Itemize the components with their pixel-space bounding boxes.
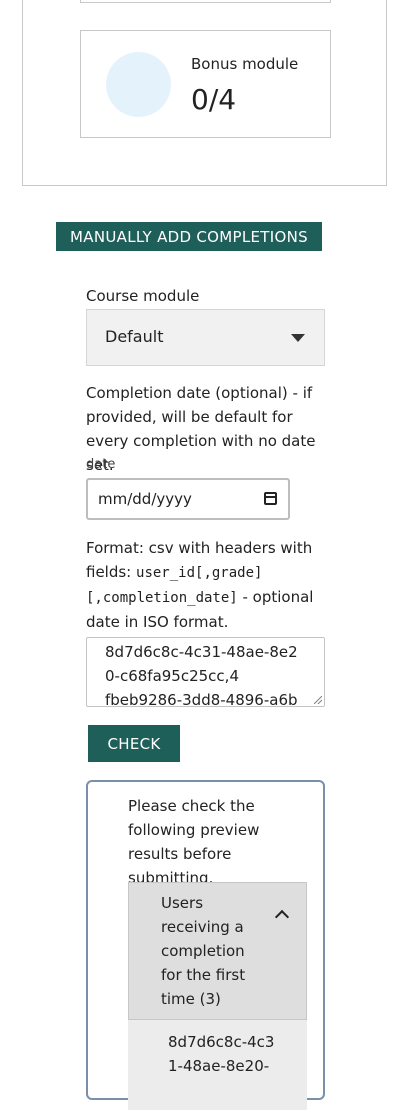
module-card-previous: [80, 0, 331, 3]
first-time-completions-accordion[interactable]: Users receiving a completion for the fir…: [128, 882, 307, 1020]
csv-line: 8d7d6c8c-4c31-48ae-8e20-c68fa95c25cc,4: [105, 643, 298, 685]
date-field-label: date: [86, 457, 116, 472]
manual-completions-heading: MANUALLY ADD COMPLETIONS: [56, 222, 322, 251]
accordion-body: 8d7d6c8c-4c31-48ae-8e20-: [128, 1020, 307, 1110]
progress-circle: [106, 52, 171, 117]
accordion-title: Users receiving a completion for the fir…: [161, 894, 246, 1008]
csv-line: fbeb9286-3dd8-4896-a6b8-: [105, 691, 298, 707]
date-placeholder: mm/dd/yyyy: [98, 490, 192, 508]
completion-date-input[interactable]: mm/dd/yyyy: [86, 478, 290, 520]
module-progress: 0/4: [191, 83, 237, 116]
completion-date-label: Completion date (optional) - if provided…: [86, 384, 316, 474]
preview-instructions: Please check the following preview resul…: [128, 797, 260, 887]
caret-down-icon: [291, 334, 305, 342]
course-module-value: Default: [105, 327, 164, 346]
format-help-text: Format: csv with headers with fields: us…: [86, 536, 326, 634]
check-button[interactable]: CHECK: [88, 725, 180, 762]
course-module-select[interactable]: Default: [86, 309, 325, 366]
calendar-icon[interactable]: [264, 492, 277, 505]
chevron-up-icon: [274, 909, 290, 925]
csv-textarea[interactable]: 8d7d6c8c-4c31-48ae-8e20-c68fa95c25cc,4 f…: [86, 637, 325, 707]
module-title: Bonus module: [191, 55, 299, 73]
course-module-label: Course module: [86, 287, 200, 305]
preview-results-box: Please check the following preview resul…: [86, 780, 325, 1110]
module-card-bonus: Bonus module 0/4: [80, 30, 331, 138]
resize-handle-icon[interactable]: [314, 696, 322, 704]
list-item: 8d7d6c8c-4c31-48ae-8e20-: [168, 1033, 275, 1075]
